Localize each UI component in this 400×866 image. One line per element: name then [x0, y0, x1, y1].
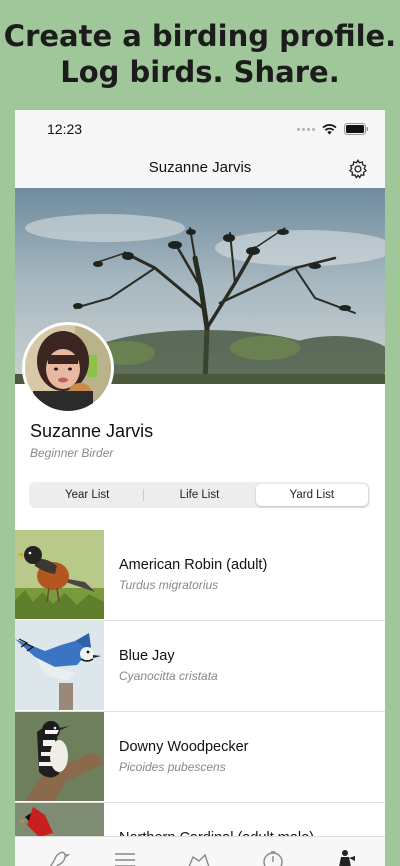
- list-icon[interactable]: [113, 849, 137, 866]
- bottom-tab-bar: [15, 836, 385, 866]
- bird-scientific-name: Turdus migratorius: [119, 578, 219, 592]
- bird-scientific-name: Picoides pubescens: [119, 760, 226, 774]
- battery-icon: [344, 123, 369, 135]
- status-time: 12:23: [47, 121, 83, 137]
- status-icons: [297, 123, 369, 135]
- cellular-signal-icon: [297, 127, 315, 131]
- tab-life-list[interactable]: Life List: [143, 484, 255, 506]
- list-item[interactable]: Downy Woodpecker Picoides pubescens: [15, 712, 385, 803]
- status-bar: 12:23: [15, 110, 385, 150]
- bird-common-name: Downy Woodpecker: [119, 739, 249, 755]
- bird-list: American Robin (adult) Turdus migratoriu…: [15, 530, 385, 866]
- tab-yard-list[interactable]: Yard List: [255, 484, 368, 506]
- blue-jay-photo: [15, 621, 104, 710]
- clock-icon[interactable]: [261, 849, 285, 866]
- bird-common-name: American Robin (adult): [119, 557, 268, 573]
- gear-icon[interactable]: [347, 158, 369, 180]
- bird-common-name: Blue Jay: [119, 648, 175, 664]
- promo-headline: Create a birding profile. Log birds. Sha…: [0, 18, 400, 90]
- tab-year-list[interactable]: Year List: [31, 484, 143, 506]
- nav-title: Suzanne Jarvis: [148, 159, 252, 176]
- downy-woodpecker-photo: [15, 712, 104, 801]
- wifi-icon: [322, 123, 337, 134]
- profile-subtitle: Beginner Birder: [30, 446, 114, 460]
- list-item[interactable]: American Robin (adult) Turdus migratoriu…: [15, 530, 385, 621]
- birder-icon[interactable]: [335, 849, 359, 866]
- map-icon[interactable]: [187, 849, 211, 866]
- avatar[interactable]: [22, 322, 114, 414]
- promo-line-2: Log birds. Share.: [60, 55, 340, 89]
- list-item[interactable]: Blue Jay Cyanocitta cristata: [15, 621, 385, 712]
- bird-scientific-name: Cyanocitta cristata: [119, 669, 218, 683]
- bird-icon[interactable]: [46, 849, 70, 866]
- phone-screen: 12:23 Suzanne Jarvis Suzanne Jarvis Begi…: [15, 110, 385, 866]
- list-segmented-control: Year List Life List Yard List: [29, 482, 370, 508]
- navigation-bar: Suzanne Jarvis: [15, 150, 385, 189]
- american-robin-photo: [15, 530, 104, 619]
- profile-name: Suzanne Jarvis: [30, 421, 154, 441]
- promo-line-1: Create a birding profile.: [3, 19, 397, 53]
